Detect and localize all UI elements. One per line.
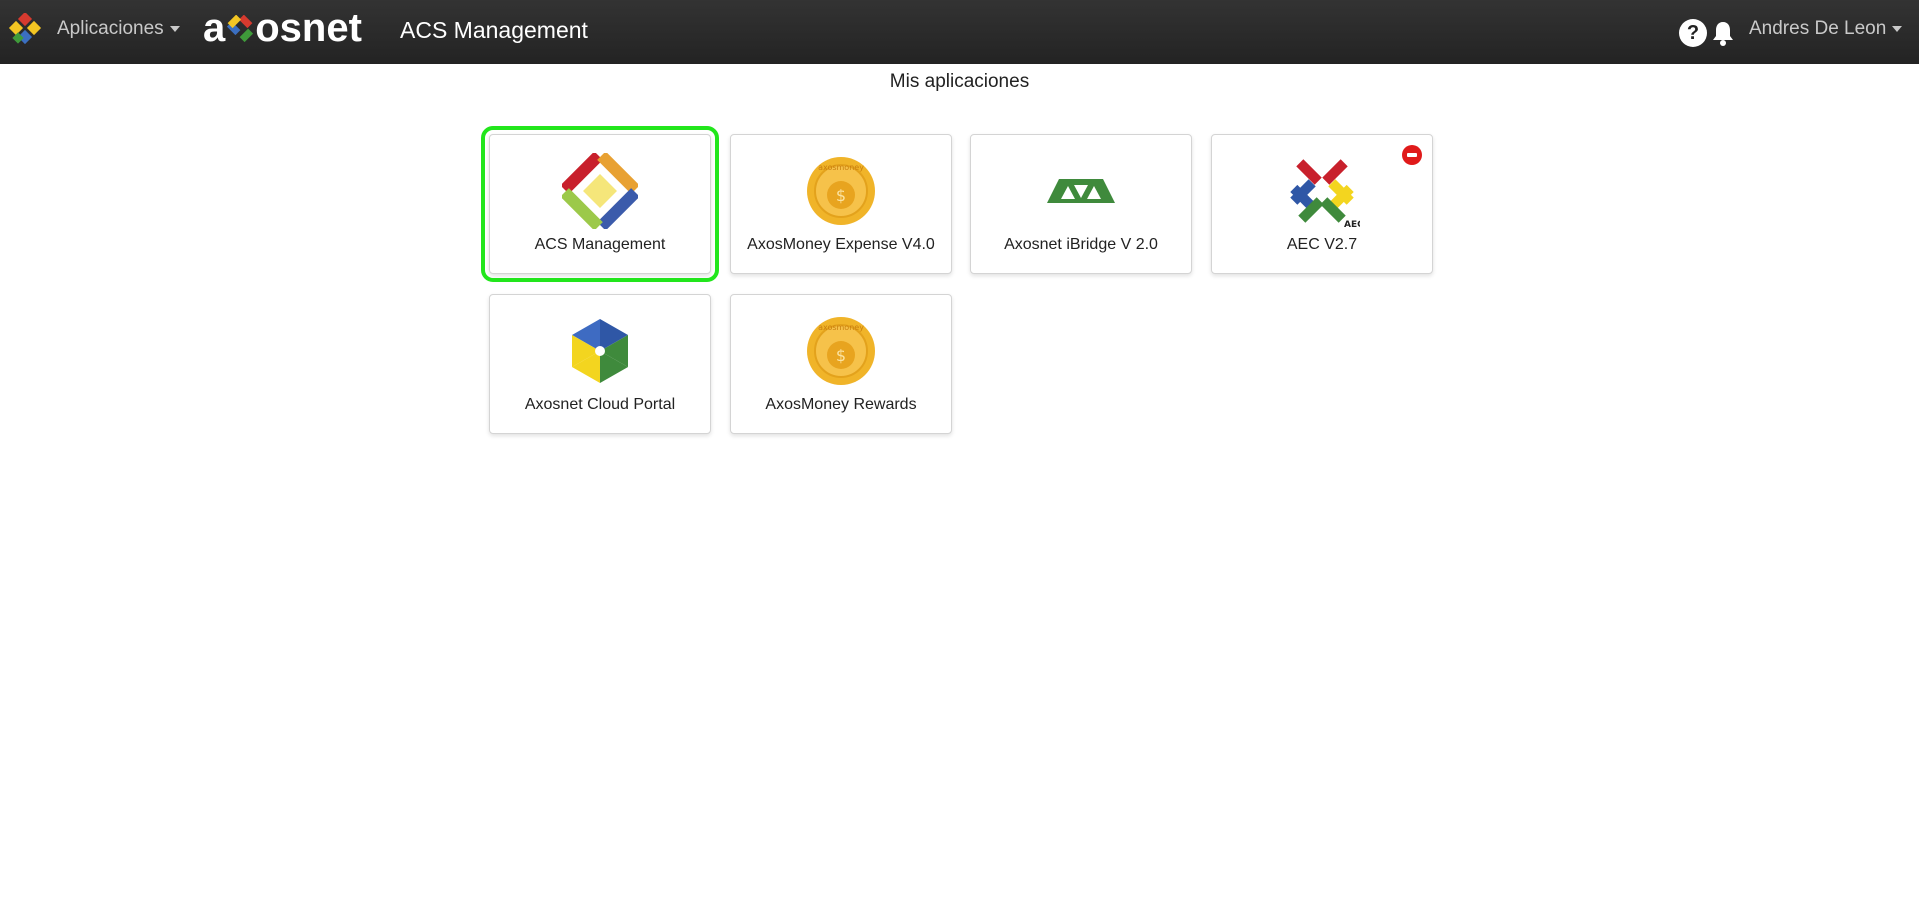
app-card-aec[interactable]: AEC AEC V2.7 (1211, 134, 1433, 274)
app-card-axosmoney-expense[interactable]: $ axosmoney AxosMoney Expense V4.0 (730, 134, 952, 274)
coin-text: axosmoney (818, 163, 864, 172)
app-card-axosnet-ibridge[interactable]: Axosnet iBridge V 2.0 (970, 134, 1192, 274)
chevron-down-icon (169, 26, 180, 32)
cloud-portal-icon (572, 319, 628, 383)
app-card-acs-management[interactable]: ACS Management (481, 126, 719, 282)
app-card-label: AEC V2.7 (1286, 236, 1358, 253)
app-card-label: Axosnet iBridge V 2.0 (1004, 236, 1158, 253)
coin-symbol: $ (836, 186, 846, 205)
coin-symbol: $ (836, 346, 846, 365)
apps-dropdown[interactable]: Aplicaciones (57, 18, 180, 40)
acs-management-icon (562, 153, 638, 229)
top-navbar: Aplicaciones axosnet a osnet ACS Managem… (0, 0, 1919, 64)
remove-badge-icon[interactable] (1402, 145, 1422, 165)
aec-icon-text: AEC (1344, 220, 1360, 229)
bell-icon[interactable] (1711, 19, 1735, 47)
app-card-axosmoney-rewards[interactable]: $ axosmoney AxosMoney Rewards (730, 294, 952, 434)
current-app-title: ACS Management (400, 17, 588, 43)
apps-dropdown-label: Aplicaciones (57, 18, 164, 39)
chevron-down-icon (1892, 26, 1903, 32)
ibridge-icon (1047, 179, 1115, 203)
axosnet-logo-icon[interactable] (8, 13, 42, 47)
axosmoney-coin-icon: $ axosmoney (807, 317, 875, 385)
app-card-axosnet-cloud-portal[interactable]: Axosnet Cloud Portal (489, 294, 711, 434)
app-card-label: AxosMoney Rewards (765, 396, 917, 413)
user-name: Andres De Leon (1749, 18, 1887, 39)
aec-icon: AEC (1290, 159, 1360, 229)
app-card-label: Axosnet Cloud Portal (524, 396, 676, 413)
brand-logo[interactable]: axosnet a osnet (203, 6, 362, 51)
help-icon[interactable]: ? (1679, 19, 1707, 47)
axosmoney-coin-icon: $ axosmoney (807, 157, 875, 225)
app-card-label: ACS Management (534, 236, 666, 253)
brand-x-mark-icon (227, 14, 254, 42)
coin-text: axosmoney (818, 323, 864, 332)
section-title: Mis aplicaciones (889, 71, 1030, 92)
app-card-label: AxosMoney Expense V4.0 (747, 236, 935, 253)
user-dropdown[interactable]: Andres De Leon (1749, 18, 1903, 40)
